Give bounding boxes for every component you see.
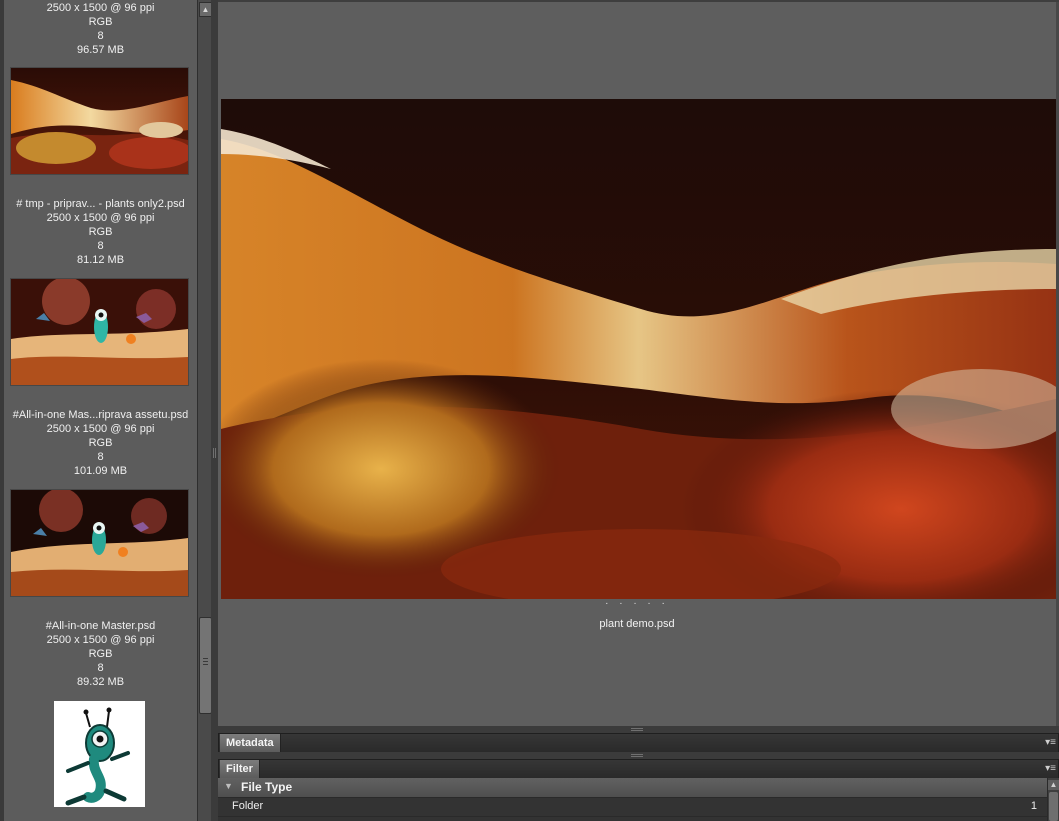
grip-icon	[631, 754, 643, 755]
item-bit-depth: 8	[97, 451, 104, 463]
filter-panel-body: ▼ File Type Folder 1	[218, 778, 1047, 821]
tab-metadata[interactable]: Metadata	[220, 734, 281, 752]
scroll-up-icon[interactable]: ▲	[1048, 780, 1059, 790]
content-panel-scrollbar[interactable]: ▲	[197, 0, 212, 821]
item-dimensions: 2500 x 1500 @ 96 ppi	[46, 423, 155, 435]
filter-section-file-type[interactable]: ▼ File Type	[218, 778, 1047, 797]
item-color-mode: RGB	[88, 437, 113, 449]
item-file-size: 101.09 MB	[73, 465, 128, 477]
filter-panel-scrollbar[interactable]: ▲	[1047, 778, 1059, 821]
filter-panel-header: Filter ▾≡	[218, 759, 1059, 779]
filter-section-title: File Type	[241, 780, 293, 794]
item-dimensions: 2500 x 1500 @ 96 ppi	[46, 212, 155, 224]
vertical-splitter[interactable]	[211, 0, 218, 821]
thumbnail-all-in-one-master[interactable]	[10, 489, 189, 597]
horizontal-splitter[interactable]	[218, 752, 1059, 759]
filter-row-folder[interactable]: Folder 1	[218, 797, 1047, 816]
thumbnail-all-in-one-priprava[interactable]	[10, 278, 189, 386]
grip-icon	[213, 448, 214, 458]
item-filename: #All-in-one Master.psd	[45, 620, 156, 632]
item-color-mode: RGB	[88, 648, 113, 660]
item-dimensions: 2500 x 1500 @ 96 ppi	[46, 634, 155, 646]
thumbnail-creature-character[interactable]	[54, 701, 145, 807]
preview-panel[interactable]: · · · · · plant demo.psd	[218, 0, 1059, 728]
item-color-mode: RGB	[88, 16, 113, 28]
item-file-size: 96.57 MB	[76, 44, 125, 56]
content-panel[interactable]: 2500 x 1500 @ 96 ppi RGB 8 96.57 MB # tm…	[4, 0, 197, 821]
tab-filter[interactable]: Filter	[220, 760, 260, 778]
grip-icon	[631, 728, 643, 729]
rating-dots[interactable]: · · · · ·	[218, 598, 1056, 609]
item-color-mode: RGB	[88, 226, 113, 238]
scrollbar-thumb[interactable]	[1049, 792, 1058, 821]
filter-row-partial[interactable]	[218, 816, 1047, 821]
thumbnail-plants-only[interactable]	[10, 67, 189, 175]
item-filename: # tmp - priprav... - plants only2.psd	[16, 198, 185, 210]
item-dimensions: 2500 x 1500 @ 96 ppi	[46, 2, 155, 14]
item-file-size: 89.32 MB	[76, 676, 125, 688]
panel-menu-icon[interactable]: ▾≡	[1040, 734, 1056, 752]
item-bit-depth: 8	[97, 240, 104, 252]
filter-row-label: Folder	[232, 800, 264, 812]
item-bit-depth: 8	[97, 30, 104, 42]
item-bit-depth: 8	[97, 662, 104, 674]
item-file-size: 81.12 MB	[76, 254, 125, 266]
metadata-panel-header: Metadata ▾≡	[218, 733, 1059, 753]
collapse-triangle-icon[interactable]: ▼	[224, 781, 233, 791]
horizontal-splitter[interactable]	[218, 726, 1059, 733]
item-filename: #All-in-one Mas...riprava assetu.psd	[12, 409, 189, 421]
preview-image[interactable]	[221, 99, 1056, 599]
filter-row-count: 1	[1030, 800, 1037, 812]
grip-icon	[203, 658, 208, 659]
panel-menu-icon[interactable]: ▾≡	[1040, 760, 1056, 778]
preview-filename: plant demo.psd	[599, 618, 675, 630]
